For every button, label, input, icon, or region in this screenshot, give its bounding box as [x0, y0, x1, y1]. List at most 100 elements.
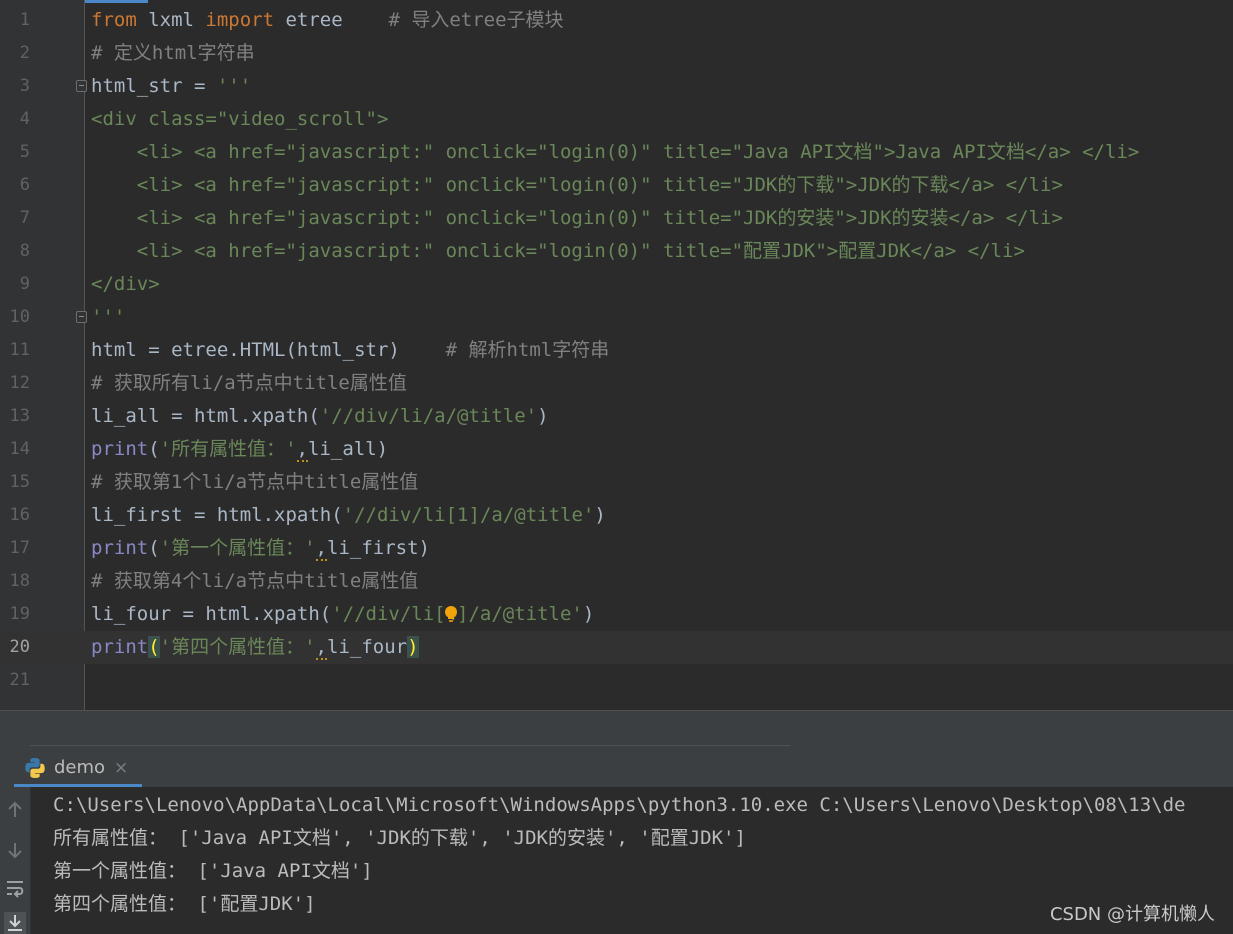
code-line[interactable]: 18 # 获取第4个li/a节点中title属性值 — [0, 565, 1233, 598]
code-line[interactable]: 12 # 获取所有li/a节点中title属性值 — [0, 367, 1233, 400]
code-line[interactable]: 7 <li> <a href="javascript:" onclick="lo… — [0, 202, 1233, 235]
code-line[interactable]: 16 li_first = html.xpath('//div/li[1]/a/… — [0, 499, 1233, 532]
line-number: 7 — [19, 208, 30, 228]
string-literal: '第一个属性值：' — [159, 537, 316, 559]
scroll-down-icon[interactable] — [4, 839, 26, 861]
code-text: ( — [148, 537, 160, 559]
line-number: 2 — [19, 43, 30, 63]
code-text: ) — [594, 504, 606, 526]
line-number: 11 — [9, 340, 30, 360]
code-line[interactable]: 2 # 定义html字符串 — [0, 37, 1233, 70]
panel-header-area — [0, 713, 1233, 749]
matched-paren: ( — [148, 636, 160, 658]
code-line[interactable]: 17 print('第一个属性值：',li_first) — [0, 532, 1233, 565]
code-line[interactable]: 1 from lxml import etree # 导入etree子模块 — [0, 4, 1233, 37]
code-line[interactable]: 13 li_all = html.xpath('//div/li/a/@titl… — [0, 400, 1233, 433]
code-editor[interactable]: 1 from lxml import etree # 导入etree子模块 2 … — [0, 0, 1233, 710]
string-literal: '//div/li/a/@title' — [319, 405, 538, 427]
soft-wrap-icon[interactable] — [4, 877, 26, 899]
keyword: import — [205, 9, 275, 31]
code-text: ) — [418, 537, 430, 559]
string-literal: </div> — [91, 273, 160, 295]
code-line[interactable]: 10 ''' — [0, 301, 1233, 334]
code-line[interactable]: 11 html = etree.HTML(html_str) # 解析html字… — [0, 334, 1233, 367]
code-line[interactable]: 9 </div> — [0, 268, 1233, 301]
close-icon[interactable]: × — [114, 758, 128, 778]
code-line[interactable]: 6 <li> <a href="javascript:" onclick="lo… — [0, 169, 1233, 202]
run-console[interactable]: C:\Users\Lenovo\AppData\Local\Microsoft\… — [0, 787, 1233, 934]
line-number: 5 — [19, 142, 30, 162]
code-line[interactable]: 21 — [0, 664, 1233, 697]
code-text: html = etree.HTML(html_str) — [91, 339, 400, 361]
line-number: 21 — [9, 670, 30, 690]
string-literal: <li> <a href="javascript:" onclick="logi… — [91, 240, 1025, 262]
code-text: li_first — [327, 537, 419, 559]
fold-marker-icon[interactable] — [76, 80, 87, 92]
run-tab-label: demo — [54, 757, 106, 778]
line-number: 8 — [19, 241, 30, 261]
string-literal: '//div/li[1]/a/@title' — [342, 504, 595, 526]
code-text: li_all — [308, 438, 377, 460]
code-text: li_four — [327, 636, 408, 658]
string-literal: '所有属性值：' — [159, 438, 297, 460]
line-number: 20 — [9, 637, 30, 657]
builtin-function: print — [91, 537, 149, 559]
code-line[interactable]: 3 html_str = ''' — [0, 70, 1233, 103]
comment: # 导入etree子模块 — [342, 9, 564, 31]
console-output-line: 第一个属性值： ['Java API文档'] — [53, 860, 373, 882]
run-tab-demo[interactable]: demo × — [14, 749, 142, 787]
comment: # 解析html字符串 — [399, 339, 610, 361]
code-text: ) — [537, 405, 549, 427]
code-text: , — [296, 438, 308, 462]
code-line[interactable]: 15 # 获取第1个li/a节点中title属性值 — [0, 466, 1233, 499]
comment: # 获取所有li/a节点中title属性值 — [91, 372, 407, 394]
string-literal: '第四个属性值：' — [159, 636, 316, 658]
code-line[interactable]: 5 <li> <a href="javascript:" onclick="lo… — [0, 136, 1233, 169]
string-literal: <li> <a href="javascript:" onclick="logi… — [91, 141, 1140, 163]
line-number: 19 — [9, 604, 30, 624]
code-text: ) — [582, 603, 595, 625]
line-number: 14 — [9, 439, 30, 459]
code-text: ( — [148, 438, 160, 460]
code-text: , — [315, 636, 327, 660]
line-number: 13 — [9, 406, 30, 426]
line-number: 17 — [9, 538, 30, 558]
builtin-function: print — [91, 438, 149, 460]
scroll-up-icon[interactable] — [4, 799, 26, 821]
line-number: 18 — [9, 571, 30, 591]
code-line[interactable]: 19 li_four = html.xpath('//div/li[4]/a/@… — [0, 598, 1233, 631]
line-number: 15 — [9, 472, 30, 492]
matched-paren: ) — [407, 636, 419, 658]
keyword: from — [91, 9, 137, 31]
builtin-function: print — [91, 636, 149, 658]
line-number: 4 — [19, 109, 30, 129]
line-number: 1 — [19, 10, 30, 30]
line-number: 3 — [19, 76, 30, 96]
console-output-line: C:\Users\Lenovo\AppData\Local\Microsoft\… — [53, 794, 1186, 816]
python-icon — [25, 758, 45, 778]
console-output-line: 所有属性值： ['Java API文档', 'JDK的下载', 'JDK的安装'… — [53, 827, 746, 849]
console-output-line: 第四个属性值： ['配置JDK'] — [53, 893, 316, 915]
comment: # 获取第1个li/a节点中title属性值 — [91, 471, 419, 493]
module-name: lxml — [136, 9, 206, 31]
code-line[interactable]: 4 <div class="video_scroll"> — [0, 103, 1233, 136]
string-literal: <li> <a href="javascript:" onclick="logi… — [91, 174, 1063, 196]
code-text: li_first = html.xpath( — [91, 504, 343, 526]
code-line[interactable]: 14 print('所有属性值：',li_all) — [0, 433, 1233, 466]
code-text: , — [315, 537, 327, 561]
code-text: li_four = html.xpath( — [91, 603, 332, 625]
fold-marker-icon[interactable] — [76, 311, 87, 323]
string-literal: ''' — [216, 75, 252, 97]
line-number: 12 — [9, 373, 30, 393]
module-name: etree — [274, 9, 343, 31]
code-text: li_all = html.xpath( — [91, 405, 320, 427]
variable-assign: html_str = — [91, 75, 217, 97]
watermark: CSDN @计算机懒人 — [1049, 904, 1215, 925]
line-number: 16 — [9, 505, 30, 525]
intention-bulb-icon[interactable] — [444, 605, 458, 623]
code-text: ) — [376, 438, 389, 460]
code-line[interactable]: 8 <li> <a href="javascript:" onclick="lo… — [0, 235, 1233, 268]
string-literal: <li> <a href="javascript:" onclick="logi… — [91, 207, 1063, 229]
scroll-to-end-icon[interactable] — [4, 912, 26, 934]
code-line-current[interactable]: 20 print('第四个属性值：',li_four) — [0, 631, 1233, 664]
